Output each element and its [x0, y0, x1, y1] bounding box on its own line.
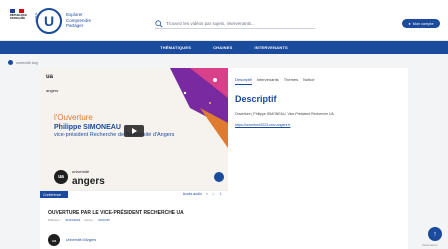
- tagline: Explorer Comprendre Partager: [66, 12, 91, 29]
- globe-icon: [214, 172, 224, 182]
- ua-logo-top: ua: [46, 74, 54, 80]
- republic-label: RÉPUBLIQUE FRANÇAISE: [10, 14, 28, 20]
- tagline-line: Partager: [66, 23, 84, 28]
- user-icon: ●: [408, 21, 411, 26]
- video-toolbar: Conférence Accès audio < ☆ ⇩: [40, 190, 228, 198]
- nav-item-intervenants[interactable]: INTERVENANTS: [254, 45, 287, 50]
- details-tabs: Descriptif Intervenants Thèmes Notice: [235, 77, 314, 85]
- breadcrumb-label[interactable]: université Ang: [16, 61, 38, 65]
- description-title: Descriptif: [235, 94, 277, 104]
- video-meta: Diffusion : 31/03/2023 Durée : 00:03:55: [48, 218, 110, 222]
- video-speaker: Philippe SIMONEAU: [54, 124, 121, 131]
- search-bar[interactable]: Trouvez les vidéos par sujets, intervena…: [155, 19, 315, 29]
- type-badge: Conférence: [40, 191, 68, 198]
- play-icon: [131, 128, 137, 134]
- settings-label[interactable]: Paramètres: [422, 243, 438, 247]
- video-card: ua angers l'Ouverture Philippe SIMONEAU …: [40, 68, 408, 249]
- favorite-icon[interactable]: ☆: [212, 192, 215, 196]
- channel-link[interactable]: ua Université d'Angers: [48, 234, 96, 246]
- account-label: Mon compte: [412, 21, 434, 26]
- channel-dot-icon: [8, 60, 13, 65]
- description-link[interactable]: https://ouverture2023.univ-angers.fr: [235, 123, 290, 127]
- ua-logo-top-sub: angers: [46, 88, 59, 93]
- meta-duration-label: Durée :: [84, 218, 95, 222]
- channel-name[interactable]: Université d'Angers: [66, 238, 96, 242]
- meta-date: 31/03/2023: [65, 218, 81, 222]
- tab-notice[interactable]: Notice: [303, 77, 314, 85]
- scroll-top-button[interactable]: ↑: [428, 227, 442, 241]
- page-title: OUVERTURE PAR LE VICE-PRÉSIDENT RECHERCH…: [48, 210, 184, 216]
- nav-item-thematiques[interactable]: THÉMATIQUES: [160, 45, 191, 50]
- site-header: RÉPUBLIQUE FRANÇAISE CANAL U Explorer Co…: [0, 0, 448, 41]
- video-title-line: l'Ouverture: [54, 113, 93, 122]
- share-icon[interactable]: <: [206, 192, 208, 196]
- description-text: Ouverture | Philippe SIMONEAU, Vice-Prés…: [235, 112, 334, 116]
- download-icon[interactable]: ⇩: [219, 192, 222, 196]
- french-flag-icon: [10, 9, 25, 13]
- tab-descriptif[interactable]: Descriptif: [235, 77, 252, 85]
- ua-logo-bottom: ua université angers: [54, 167, 105, 187]
- ua-wordmark-main: angers: [72, 176, 105, 187]
- meta-date-label: Diffusion :: [48, 218, 62, 222]
- channel-avatar: ua: [48, 234, 60, 246]
- canal-u-logo[interactable]: U: [36, 8, 62, 34]
- video-player[interactable]: ua angers l'Ouverture Philippe SIMONEAU …: [40, 68, 228, 190]
- nav-item-chaines[interactable]: CHAINES: [213, 45, 232, 50]
- breadcrumb[interactable]: université Ang: [8, 60, 38, 65]
- video-actions: Accès audio < ☆ ⇩: [183, 192, 222, 196]
- video-role: vice-président Recherche de l'université…: [54, 132, 175, 138]
- search-input[interactable]: Trouvez les vidéos par sujets, intervena…: [166, 21, 255, 26]
- search-icon: [155, 19, 163, 27]
- ua-seal-icon: ua: [54, 170, 68, 184]
- audio-access-button[interactable]: Accès audio: [183, 192, 202, 196]
- play-button[interactable]: [124, 125, 144, 137]
- account-button[interactable]: ● Mon compte: [402, 19, 440, 28]
- tab-themes[interactable]: Thèmes: [284, 77, 298, 85]
- tab-intervenants[interactable]: Intervenants: [257, 77, 279, 85]
- meta-duration: 00:03:55: [98, 218, 110, 222]
- ua-wordmark: université angers: [72, 167, 105, 187]
- main-nav: THÉMATIQUES CHAINES INTERVENANTS: [0, 41, 448, 54]
